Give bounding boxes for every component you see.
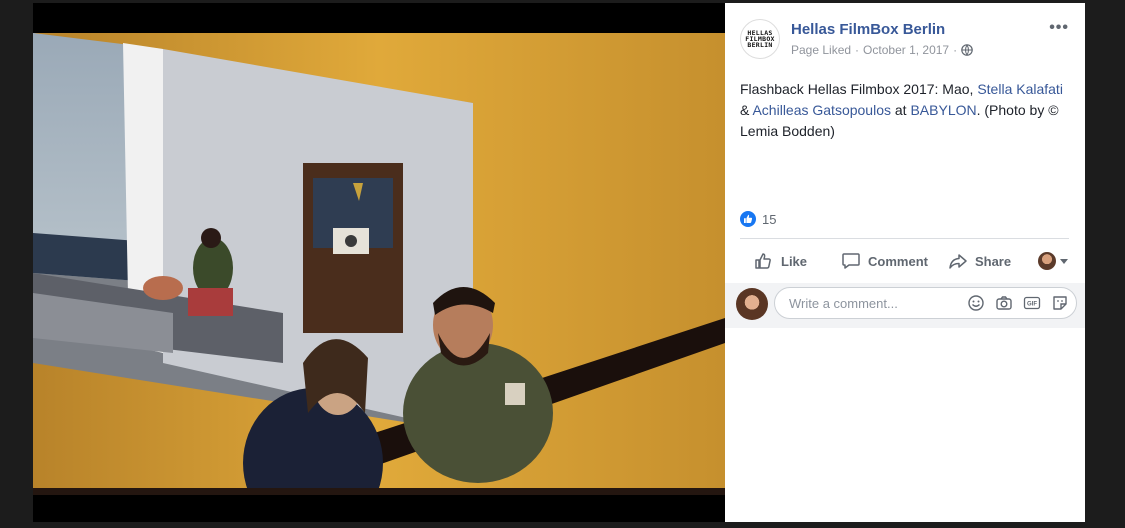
gif-icon[interactable]: GIF	[1023, 294, 1041, 312]
post-sidebar: HELLAS FILMBOX BERLIN Hellas FilmBox Ber…	[725, 3, 1085, 522]
post-actions: Like Comment Share	[740, 245, 1069, 277]
comment-input[interactable]	[787, 294, 967, 312]
comment-tools: GIF	[967, 294, 1069, 312]
comment-box[interactable]: GIF	[774, 287, 1077, 319]
post-text-prefix: Flashback Hellas Filmbox 2017: Mao,	[740, 81, 978, 97]
mention-link[interactable]: Stella Kalafati	[977, 81, 1063, 97]
reactions-summary[interactable]: 15	[740, 211, 776, 227]
comment-icon	[842, 253, 860, 269]
share-label: Share	[974, 253, 1012, 269]
more-options-button[interactable]: •••	[1049, 19, 1069, 37]
page-name-link[interactable]: Hellas FilmBox Berlin	[791, 21, 945, 38]
like-reaction-icon	[740, 211, 756, 227]
photo-image	[33, 33, 725, 495]
page-logo-text: HELLAS FILMBOX BERLIN	[745, 28, 775, 50]
comment-button[interactable]: Comment	[841, 251, 928, 271]
post-as-selector[interactable]	[1038, 252, 1069, 270]
comment-label: Comment	[868, 253, 928, 269]
post-text-amp: &	[740, 102, 753, 118]
post-text-at: at	[891, 102, 911, 118]
post-photo[interactable]	[33, 33, 725, 495]
share-button[interactable]: Share	[948, 251, 1011, 271]
globe-icon[interactable]	[961, 44, 973, 56]
meta-separator: ·	[953, 43, 958, 57]
camera-icon[interactable]	[995, 294, 1013, 312]
divider	[740, 238, 1069, 239]
post-date[interactable]: October 1, 2017	[863, 43, 949, 57]
emoji-icon[interactable]	[967, 294, 985, 312]
post-photo-viewer[interactable]	[33, 3, 725, 522]
page-status: Page Liked	[791, 43, 852, 57]
user-avatar[interactable]	[736, 288, 768, 320]
mention-link[interactable]: Achilleas Gatsopoulos	[752, 102, 891, 118]
sticker-icon[interactable]	[1051, 294, 1069, 312]
post-meta: Page Liked · October 1, 2017 ·	[791, 43, 973, 57]
post-text: Flashback Hellas Filmbox 2017: Mao, Stel…	[740, 79, 1075, 142]
page-avatar[interactable]: HELLAS FILMBOX BERLIN	[740, 19, 780, 59]
reaction-count: 15	[762, 211, 777, 227]
location-link[interactable]: BABYLON	[910, 102, 976, 118]
caret-down-icon	[1060, 259, 1068, 264]
like-label: Like	[781, 253, 808, 269]
actor-avatar	[1038, 252, 1056, 270]
share-icon	[949, 254, 967, 269]
comment-composer: GIF	[725, 283, 1085, 328]
like-button[interactable]: Like	[754, 251, 807, 271]
svg-text:GIF: GIF	[1027, 302, 1037, 308]
meta-separator: ·	[855, 43, 860, 57]
thumbs-up-icon	[755, 253, 771, 269]
